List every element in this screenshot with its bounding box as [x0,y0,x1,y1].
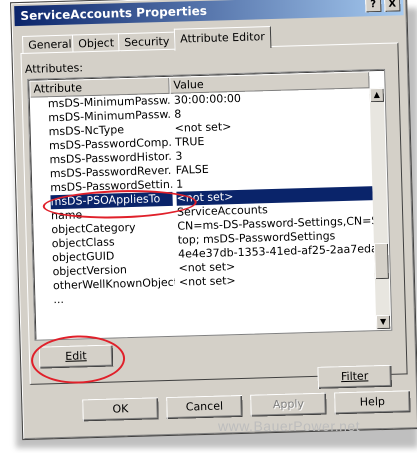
ok-button[interactable]: OK [82,397,159,422]
stage: ServiceAccounts Properties ? X General O… [0,0,417,453]
scroll-thumb[interactable] [373,242,389,280]
apply-button[interactable]: Apply [250,392,327,417]
window-title: ServiceAccounts Properties [20,3,208,23]
cancel-button[interactable]: Cancel [166,394,243,420]
tab-strip: General Object Security Attribute Editor [22,26,272,54]
properties-dialog: ServiceAccounts Properties ? X General O… [10,0,417,441]
help-button[interactable]: Help [334,390,411,415]
help-title-button[interactable]: ? [365,0,382,13]
filter-button-label: Filter [340,369,369,384]
close-button[interactable]: X [384,0,401,12]
title-bar[interactable]: ServiceAccounts Properties ? X [14,0,404,27]
scroll-up-icon[interactable]: ▲ [369,87,384,103]
tab-attribute-editor[interactable]: Attribute Editor [173,26,272,51]
scroll-down-icon[interactable]: ▼ [375,314,391,330]
filter-button[interactable]: Filter [317,364,392,389]
watermark-text: www.BauerPower.net [218,418,361,434]
attributes-label: Attributes: [24,61,84,76]
attribute-name-cell: ... [53,292,65,307]
